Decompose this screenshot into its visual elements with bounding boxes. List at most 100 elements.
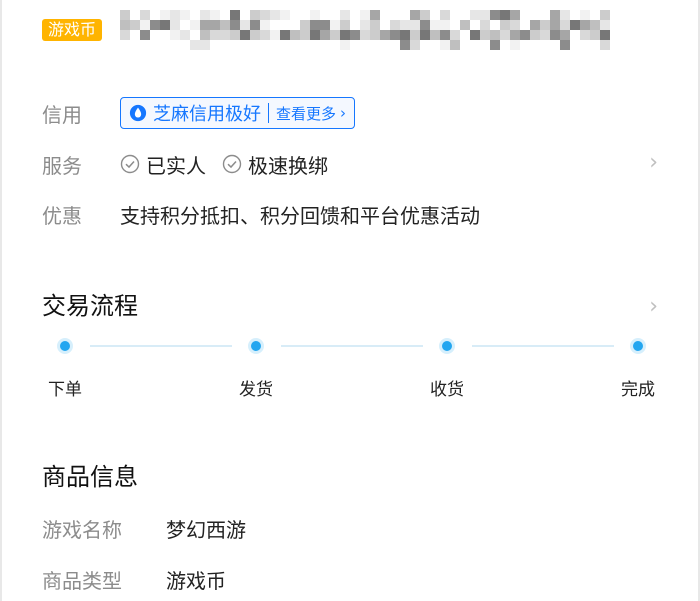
mosaic-cell [290, 30, 300, 40]
mosaic-cell [120, 30, 130, 40]
mosaic-cell [160, 20, 170, 30]
mosaic-cell [360, 30, 370, 40]
chevron-right-icon: › [340, 104, 347, 122]
sesame-credit-badge[interactable]: 芝麻信用极好 查看更多 › [120, 97, 356, 129]
credit-divider [268, 103, 269, 123]
mosaic-cell [350, 10, 360, 20]
mosaic-cell [510, 20, 520, 30]
mosaic-cell [230, 10, 240, 20]
mosaic-cell [300, 20, 310, 30]
mosaic-cell [270, 40, 280, 50]
mosaic-cell [240, 20, 250, 30]
mosaic-cell [130, 30, 140, 40]
mosaic-cell [490, 30, 500, 40]
mosaic-cell [450, 10, 460, 20]
mosaic-cell [350, 30, 360, 40]
mosaic-cell [520, 20, 530, 30]
mosaic-cell [600, 10, 610, 20]
mosaic-cell [530, 20, 540, 30]
mosaic-cell [200, 40, 210, 50]
mosaic-cell [590, 40, 600, 50]
mosaic-cell [180, 30, 190, 40]
mosaic-cell [230, 30, 240, 40]
mosaic-cell [400, 30, 410, 40]
mosaic-cell [420, 10, 430, 20]
mosaic-cell [180, 20, 190, 30]
mosaic-cell [180, 10, 190, 20]
mosaic-cell [530, 30, 540, 40]
mosaic-cell [170, 20, 180, 30]
mosaic-cell [560, 40, 570, 50]
mosaic-cell [120, 10, 130, 20]
service-chevron-right-icon[interactable]: › [649, 150, 658, 175]
mosaic-cell [510, 30, 520, 40]
mosaic-cell [410, 40, 420, 50]
mosaic-cell [560, 20, 570, 30]
service-row[interactable]: 服务 已实人 极速换绑 [42, 146, 344, 182]
mosaic-cell [380, 20, 390, 30]
check-circle-icon [120, 154, 140, 174]
mosaic-cell [390, 10, 400, 20]
mosaic-cell [590, 20, 600, 30]
mosaic-cell [170, 10, 180, 20]
mosaic-cell [140, 10, 150, 20]
product-info-row-game-name: 游戏名称 梦幻西游 [42, 510, 246, 546]
step-order: 下单 [48, 380, 82, 400]
product-info-title: 商品信息 [42, 463, 138, 491]
mosaic-cell [520, 10, 530, 20]
mosaic-cell [180, 40, 190, 50]
mosaic-cell [300, 10, 310, 20]
mosaic-cell [230, 40, 240, 50]
mosaic-cell [210, 10, 220, 20]
mosaic-cell [440, 20, 450, 30]
mosaic-cell [510, 40, 520, 50]
credit-rating-text: 芝麻信用极好 [153, 104, 261, 125]
mosaic-cell [260, 10, 270, 20]
mosaic-cell [130, 20, 140, 30]
trade-process-chevron-right-icon[interactable]: › [649, 294, 658, 319]
mosaic-cell [190, 20, 200, 30]
mosaic-cell [190, 30, 200, 40]
service-item-fast-rebind: 极速换绑 [222, 150, 328, 179]
mosaic-cell [210, 30, 220, 40]
mosaic-cell [140, 40, 150, 50]
check-circle-icon [222, 154, 242, 174]
mosaic-cell [150, 40, 160, 50]
mosaic-cell [240, 30, 250, 40]
mosaic-cell [160, 30, 170, 40]
mosaic-cell [480, 20, 490, 30]
service-label: 服务 [42, 153, 82, 178]
mosaic-cell [220, 30, 230, 40]
mosaic-cell [430, 20, 440, 30]
mosaic-cell [310, 40, 320, 50]
mosaic-cell [300, 30, 310, 40]
timeline-dot [57, 338, 73, 354]
mosaic-cell [540, 40, 550, 50]
mosaic-cell [560, 30, 570, 40]
credit-label: 信用 [42, 102, 82, 127]
mosaic-cell [500, 20, 510, 30]
mosaic-cell [190, 40, 200, 50]
mosaic-cell [400, 10, 410, 20]
mosaic-cell [310, 10, 320, 20]
mosaic-cell [600, 40, 610, 50]
mosaic-cell [310, 30, 320, 40]
mosaic-cell [400, 20, 410, 30]
mosaic-cell [500, 40, 510, 50]
mosaic-cell [280, 10, 290, 20]
mosaic-cell [290, 20, 300, 30]
mosaic-cell [150, 10, 160, 20]
mosaic-cell [230, 20, 240, 30]
mosaic-cell [270, 30, 280, 40]
mosaic-cell [410, 10, 420, 20]
mosaic-cell [220, 20, 230, 30]
mosaic-cell [270, 20, 280, 30]
mosaic-cell [490, 20, 500, 30]
mosaic-cell [590, 30, 600, 40]
view-more-link[interactable]: 查看更多 [276, 103, 336, 124]
mosaic-cell [250, 30, 260, 40]
mosaic-cell [120, 20, 130, 30]
game-name-label: 游戏名称 [42, 517, 122, 542]
mosaic-cell [220, 10, 230, 20]
mosaic-cell [580, 40, 590, 50]
